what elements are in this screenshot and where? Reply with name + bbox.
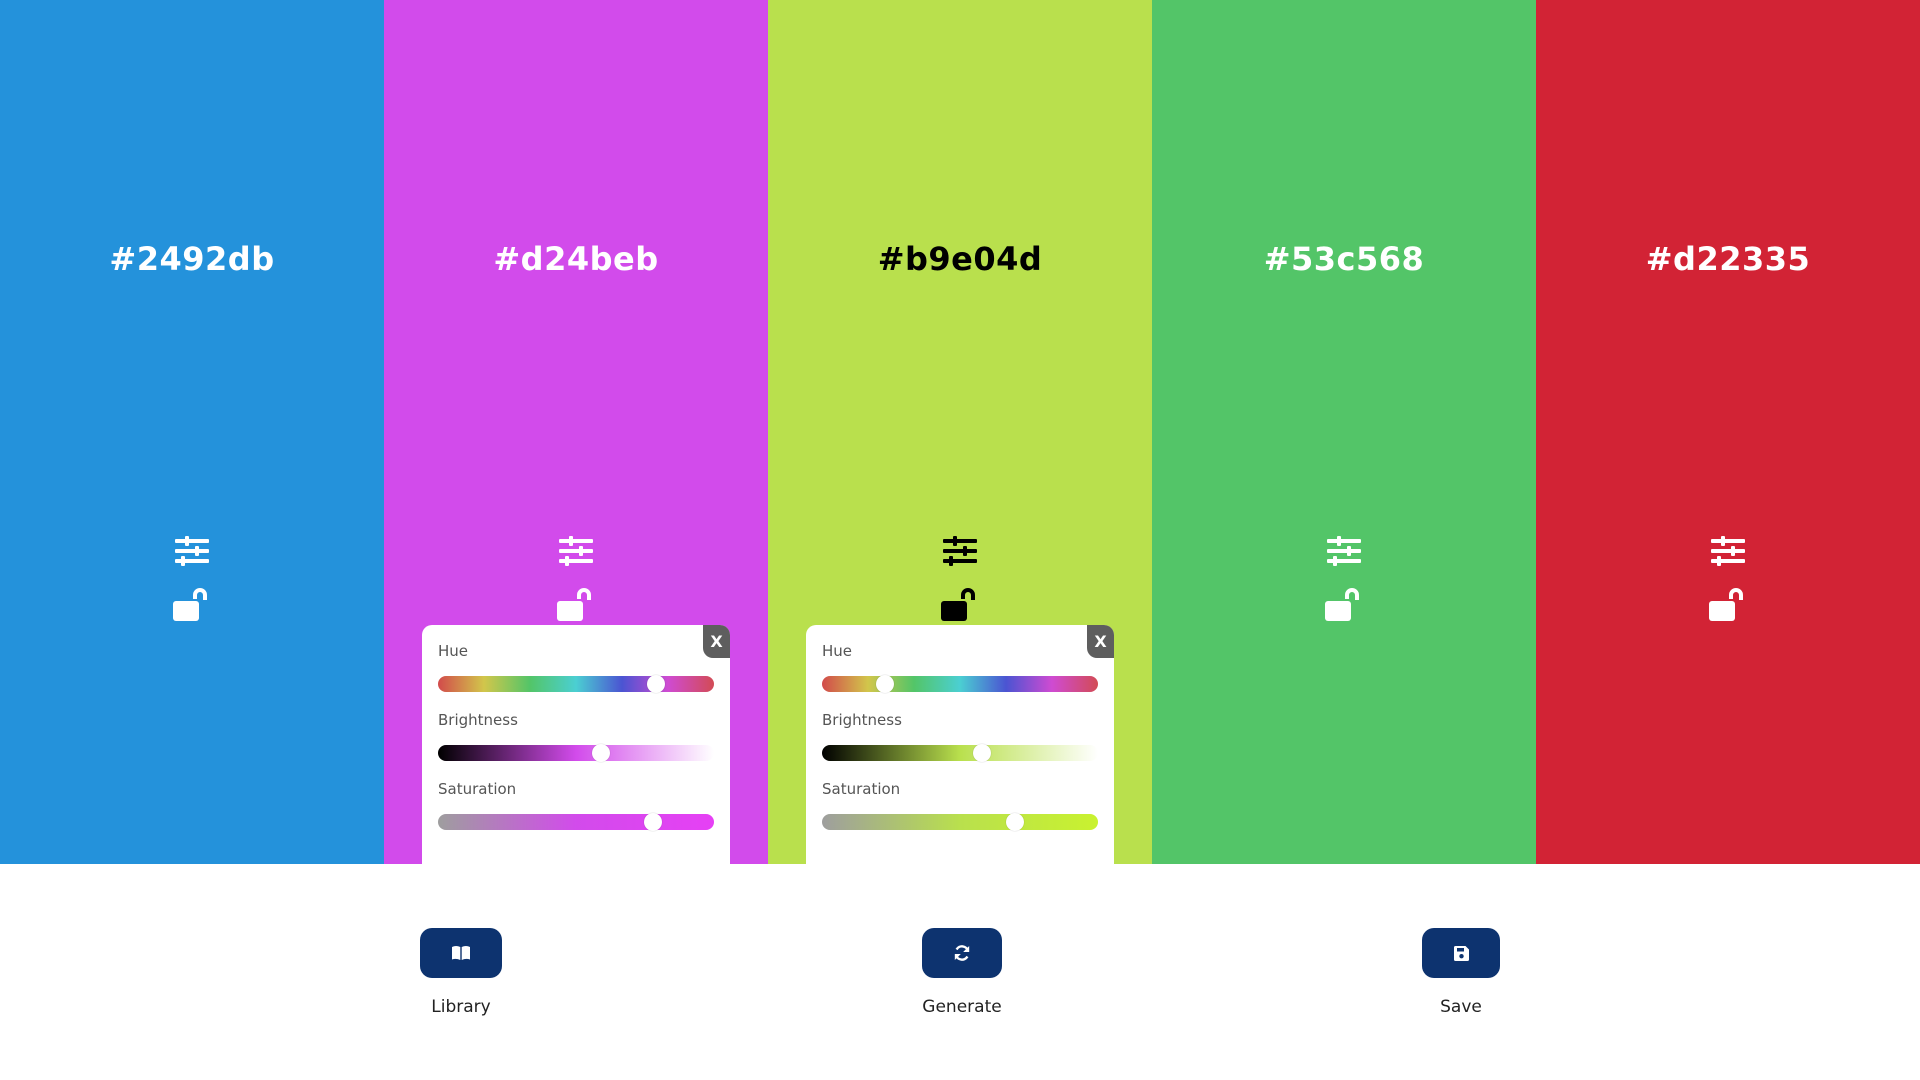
hue-label: Hue <box>438 642 469 660</box>
save-label: Save <box>1440 997 1482 1017</box>
generate-action: Generate <box>922 928 1002 1017</box>
library-label: Library <box>431 997 491 1017</box>
sliders-icon <box>175 536 209 566</box>
footer-toolbar: Library Generate Save <box>0 864 1920 1080</box>
library-action: Library <box>420 928 502 1017</box>
saturation-label: Saturation <box>438 780 517 798</box>
saturation-slider[interactable] <box>438 813 714 831</box>
unlocked-icon <box>173 588 207 621</box>
hex-code[interactable]: #2492db <box>0 234 384 284</box>
color-palette: #2492db #d24beb X Hue Brightness Saturat… <box>0 0 1920 864</box>
brightness-label: Brightness <box>438 711 518 729</box>
save-button[interactable] <box>1422 928 1500 978</box>
saturation-slider-thumb[interactable] <box>1006 813 1025 831</box>
save-action: Save <box>1422 928 1500 1017</box>
unlocked-icon <box>557 588 591 621</box>
adjust-button[interactable] <box>940 531 980 571</box>
brightness-slider[interactable] <box>822 744 1098 762</box>
hue-slider-thumb[interactable] <box>647 675 666 693</box>
adjust-panel: X Hue Brightness Saturation <box>422 625 730 864</box>
sliders-icon <box>1711 536 1745 566</box>
refresh-icon <box>954 945 970 961</box>
color-column-2: #d24beb X Hue Brightness Saturation <box>384 0 768 864</box>
book-icon <box>452 946 470 960</box>
lock-button[interactable] <box>1324 585 1364 625</box>
library-button[interactable] <box>420 928 502 978</box>
brightness-label: Brightness <box>822 711 902 729</box>
unlocked-icon <box>941 588 975 621</box>
adjust-button[interactable] <box>1708 531 1748 571</box>
saturation-slider-thumb[interactable] <box>644 813 663 831</box>
lock-button[interactable] <box>172 585 212 625</box>
adjust-button[interactable] <box>172 531 212 571</box>
adjust-button[interactable] <box>1324 531 1364 571</box>
hex-code[interactable]: #53c568 <box>1152 234 1536 284</box>
close-panel-button[interactable]: X <box>703 625 730 658</box>
hex-code[interactable]: #d24beb <box>384 234 768 284</box>
sliders-icon <box>1327 536 1361 566</box>
adjust-button[interactable] <box>556 531 596 571</box>
sliders-icon <box>559 536 593 566</box>
hue-slider[interactable] <box>438 675 714 693</box>
lock-button[interactable] <box>940 585 980 625</box>
brightness-slider-thumb[interactable] <box>591 744 610 762</box>
color-column-1: #2492db <box>0 0 384 864</box>
lock-button[interactable] <box>556 585 596 625</box>
generate-label: Generate <box>922 997 1002 1017</box>
brightness-slider-thumb[interactable] <box>973 744 992 762</box>
sliders-icon <box>943 536 977 566</box>
color-column-5: #d22335 <box>1536 0 1920 864</box>
generate-button[interactable] <box>922 928 1002 978</box>
saturation-slider[interactable] <box>822 813 1098 831</box>
hex-code[interactable]: #b9e04d <box>768 234 1152 284</box>
hue-slider-thumb[interactable] <box>876 675 895 693</box>
hex-code[interactable]: #d22335 <box>1536 234 1920 284</box>
hue-slider[interactable] <box>822 675 1098 693</box>
color-column-3: #b9e04d X Hue Brightness Saturation <box>768 0 1152 864</box>
unlocked-icon <box>1325 588 1359 621</box>
brightness-slider[interactable] <box>438 744 714 762</box>
floppy-disk-icon <box>1453 945 1469 961</box>
saturation-label: Saturation <box>822 780 901 798</box>
unlocked-icon <box>1709 588 1743 621</box>
color-column-4: #53c568 <box>1152 0 1536 864</box>
hue-label: Hue <box>822 642 853 660</box>
adjust-panel: X Hue Brightness Saturation <box>806 625 1114 864</box>
close-panel-button[interactable]: X <box>1087 625 1114 658</box>
lock-button[interactable] <box>1708 585 1748 625</box>
